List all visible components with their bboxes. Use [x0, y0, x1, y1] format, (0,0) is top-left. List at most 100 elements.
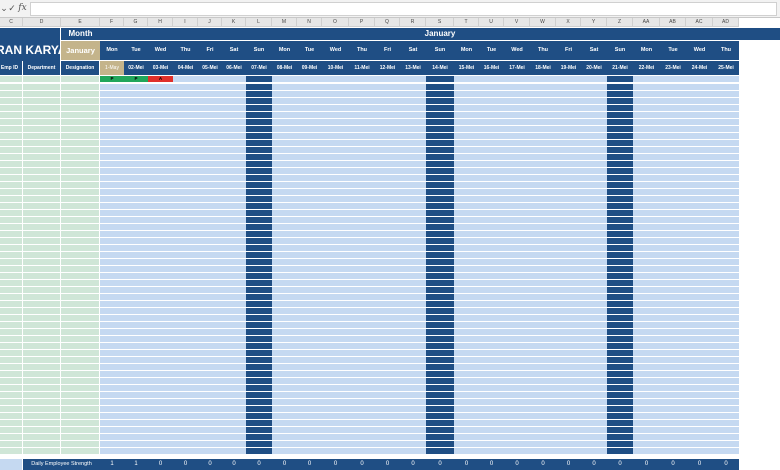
- attendance-cell[interactable]: [349, 76, 375, 82]
- department-cell[interactable]: [23, 76, 60, 82]
- attendance-cell[interactable]: [198, 105, 222, 111]
- attendance-cell[interactable]: [713, 406, 739, 412]
- attendance-cell[interactable]: [375, 364, 400, 370]
- attendance-cell[interactable]: [124, 112, 148, 118]
- attendance-cell[interactable]: [198, 196, 222, 202]
- attendance-cell[interactable]: [581, 133, 607, 139]
- sunday-cell[interactable]: [246, 245, 272, 251]
- attendance-cell[interactable]: [556, 182, 581, 188]
- attendance-cell[interactable]: [660, 210, 686, 216]
- attendance-cell[interactable]: [272, 133, 297, 139]
- attendance-cell[interactable]: [272, 329, 297, 335]
- attendance-cell[interactable]: [297, 98, 322, 104]
- attendance-cell[interactable]: [124, 175, 148, 181]
- attendance-cell[interactable]: [148, 441, 173, 447]
- attendance-cell[interactable]: [400, 154, 426, 160]
- attendance-cell[interactable]: [100, 364, 124, 370]
- attendance-cell[interactable]: [633, 245, 660, 251]
- attendance-cell[interactable]: [479, 154, 504, 160]
- attendance-cell[interactable]: [349, 399, 375, 405]
- attendance-cell[interactable]: [272, 364, 297, 370]
- attendance-cell[interactable]: [349, 126, 375, 132]
- attendance-cell[interactable]: [400, 91, 426, 97]
- attendance-cell[interactable]: [454, 259, 479, 265]
- attendance-cell[interactable]: [660, 147, 686, 153]
- attendance-cell[interactable]: [198, 266, 222, 272]
- emp-id-cell[interactable]: [0, 448, 22, 454]
- sunday-cell[interactable]: [426, 420, 454, 426]
- attendance-cell[interactable]: [222, 385, 246, 391]
- emp-id-cell[interactable]: [0, 245, 22, 251]
- attendance-cell[interactable]: [124, 154, 148, 160]
- sunday-cell[interactable]: [246, 84, 272, 90]
- attendance-cell[interactable]: [504, 133, 530, 139]
- attendance-cell[interactable]: [686, 343, 713, 349]
- column-letter-header[interactable]: P: [349, 18, 375, 27]
- attendance-cell[interactable]: [454, 329, 479, 335]
- attendance-cell[interactable]: [222, 238, 246, 244]
- attendance-cell[interactable]: [581, 182, 607, 188]
- attendance-cell[interactable]: [198, 357, 222, 363]
- designation-cell[interactable]: [61, 273, 99, 279]
- attendance-cell[interactable]: [173, 182, 198, 188]
- attendance-cell[interactable]: [375, 441, 400, 447]
- attendance-cell[interactable]: [581, 315, 607, 321]
- column-letter-header[interactable]: L: [246, 18, 272, 27]
- attendance-cell[interactable]: [349, 280, 375, 286]
- attendance-cell[interactable]: [349, 427, 375, 433]
- attendance-cell[interactable]: [660, 350, 686, 356]
- attendance-cell[interactable]: [198, 350, 222, 356]
- column-letter-header[interactable]: Z: [607, 18, 633, 27]
- attendance-cell[interactable]: [124, 98, 148, 104]
- attendance-cell[interactable]: [454, 168, 479, 174]
- attendance-cell[interactable]: [530, 336, 556, 342]
- attendance-cell[interactable]: [222, 301, 246, 307]
- attendance-cell[interactable]: [713, 385, 739, 391]
- attendance-cell[interactable]: [504, 315, 530, 321]
- attendance-cell[interactable]: [530, 413, 556, 419]
- attendance-cell[interactable]: [713, 343, 739, 349]
- attendance-cell[interactable]: [660, 364, 686, 370]
- attendance-cell[interactable]: [272, 357, 297, 363]
- attendance-cell[interactable]: [454, 196, 479, 202]
- emp-id-cell[interactable]: [0, 84, 22, 90]
- attendance-cell[interactable]: [297, 119, 322, 125]
- attendance-cell[interactable]: [349, 413, 375, 419]
- attendance-cell[interactable]: [349, 343, 375, 349]
- attendance-cell[interactable]: [400, 266, 426, 272]
- attendance-cell[interactable]: [100, 231, 124, 237]
- attendance-cell[interactable]: [148, 301, 173, 307]
- sunday-cell[interactable]: [426, 189, 454, 195]
- emp-id-cell[interactable]: [0, 266, 22, 272]
- sunday-cell[interactable]: [426, 105, 454, 111]
- emp-id-cell[interactable]: [0, 203, 22, 209]
- attendance-cell[interactable]: [504, 84, 530, 90]
- attendance-cell[interactable]: [124, 196, 148, 202]
- attendance-cell[interactable]: [581, 154, 607, 160]
- attendance-cell[interactable]: [686, 126, 713, 132]
- attendance-cell[interactable]: [322, 259, 349, 265]
- attendance-cell[interactable]: [198, 231, 222, 237]
- attendance-cell[interactable]: [454, 315, 479, 321]
- attendance-cell[interactable]: [686, 308, 713, 314]
- sunday-cell[interactable]: [607, 210, 633, 216]
- department-cell[interactable]: [23, 406, 60, 412]
- designation-cell[interactable]: [61, 238, 99, 244]
- sunday-cell[interactable]: [607, 259, 633, 265]
- attendance-cell[interactable]: [686, 441, 713, 447]
- attendance-cell[interactable]: [124, 441, 148, 447]
- designation-cell[interactable]: [61, 112, 99, 118]
- attendance-cell[interactable]: [556, 420, 581, 426]
- attendance-cell[interactable]: [124, 231, 148, 237]
- attendance-cell[interactable]: [272, 448, 297, 454]
- attendance-mark-present[interactable]: P: [100, 76, 124, 82]
- attendance-cell[interactable]: [660, 112, 686, 118]
- sunday-cell[interactable]: [246, 119, 272, 125]
- sunday-cell[interactable]: [246, 98, 272, 104]
- attendance-cell[interactable]: [530, 294, 556, 300]
- sunday-cell[interactable]: [426, 266, 454, 272]
- attendance-cell[interactable]: [375, 182, 400, 188]
- attendance-cell[interactable]: [454, 231, 479, 237]
- attendance-cell[interactable]: [713, 322, 739, 328]
- department-cell[interactable]: [23, 105, 60, 111]
